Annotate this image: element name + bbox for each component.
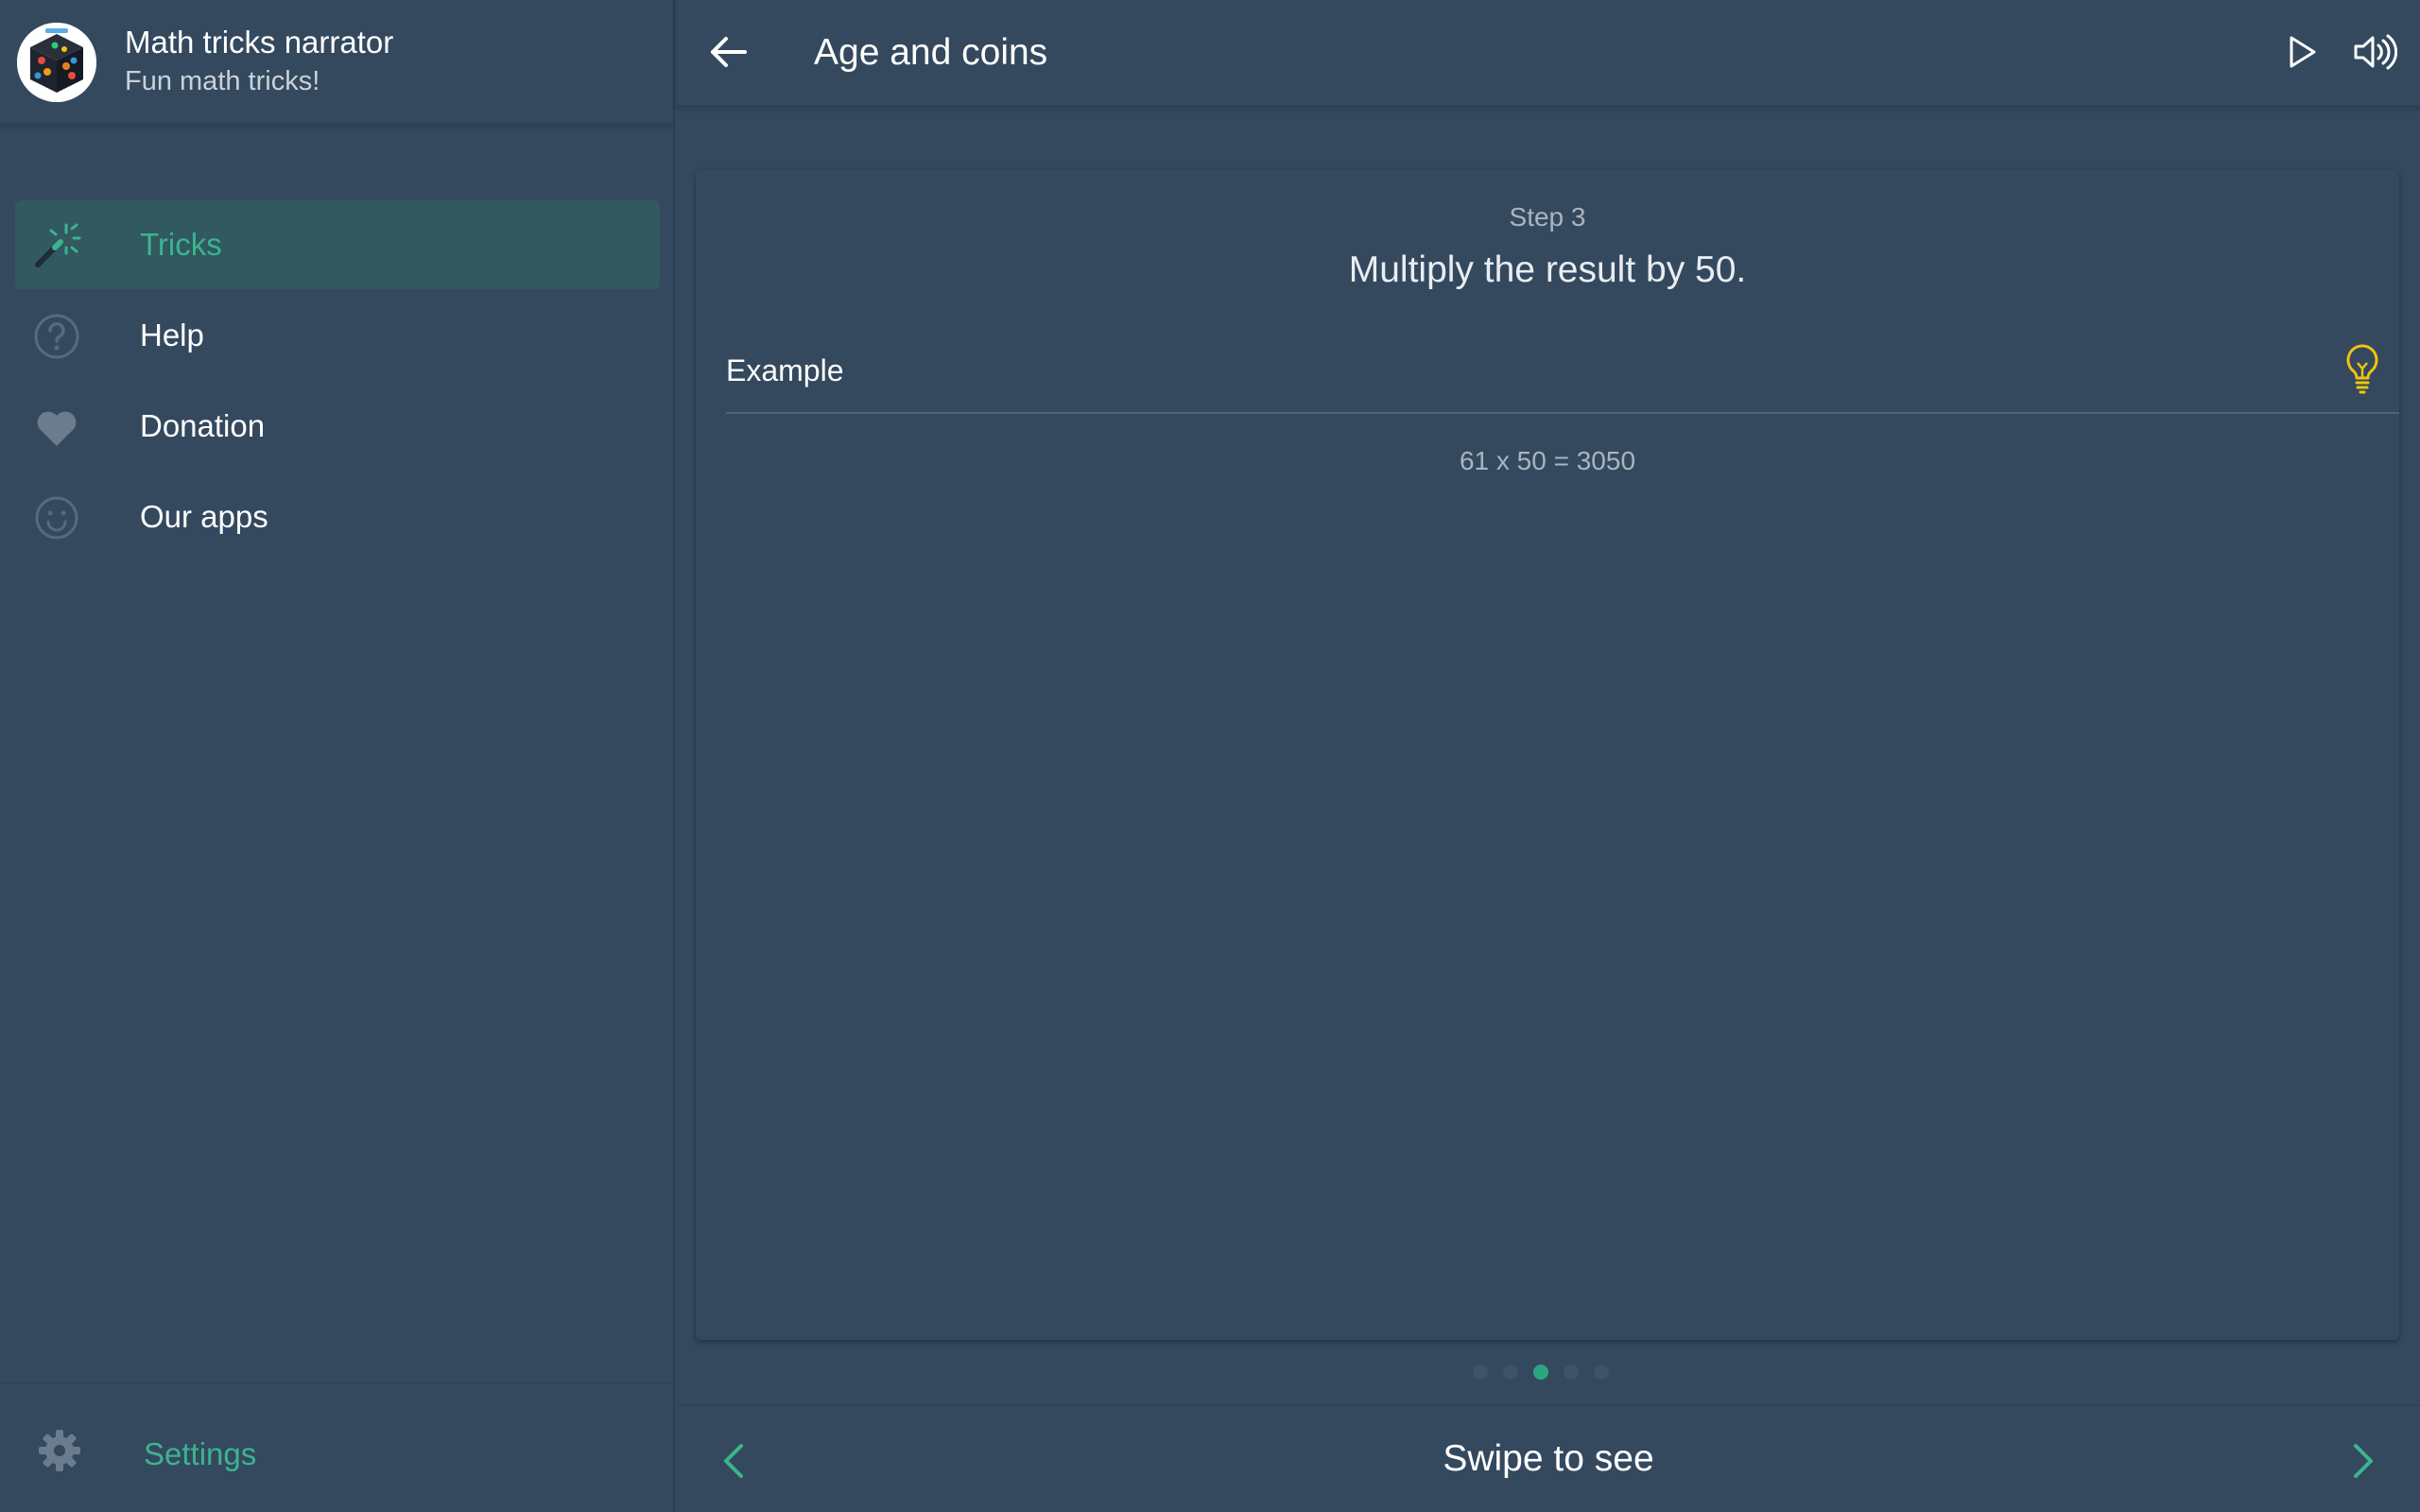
sidebar-item-label: Tricks: [140, 227, 222, 262]
next-step-button[interactable]: [2346, 1440, 2380, 1482]
page-dot[interactable]: [1503, 1365, 1518, 1380]
app-subtitle: Fun math tricks!: [125, 66, 320, 96]
heart-icon: [37, 411, 77, 446]
sidebar-item-label: Our apps: [140, 499, 268, 534]
sidebar-item-tricks[interactable]: Tricks: [15, 200, 660, 289]
smiley-icon: [35, 496, 78, 540]
example-label: Example: [726, 353, 844, 387]
sidebar-item-label: Donation: [140, 408, 266, 443]
page-title: Age and coins: [814, 32, 1048, 73]
sidebar-footer: Settings: [0, 1382, 673, 1512]
trick-step-card: Step 3 Multiply the result by 50. Exampl…: [696, 170, 2399, 1340]
step-instruction: Multiply the result by 50.: [1348, 249, 1747, 290]
page-dot[interactable]: [1564, 1365, 1579, 1380]
app-title: Math tricks narrator: [125, 25, 394, 60]
gear-icon: [39, 1430, 80, 1471]
page-dot[interactable]: [1594, 1365, 1609, 1380]
settings-button[interactable]: [36, 1427, 83, 1474]
lightbulb-icon: [2346, 344, 2378, 394]
step-label: Step 3: [1509, 202, 1586, 232]
sound-button[interactable]: [2352, 30, 2398, 74]
volume-icon: [2354, 34, 2398, 70]
example-text: 61 x 50 = 3050: [1459, 446, 1636, 475]
sidebar-item-our-apps[interactable]: Our apps: [15, 472, 660, 561]
settings-link[interactable]: Settings: [144, 1436, 256, 1472]
back-button[interactable]: [705, 28, 752, 76]
magic-wand-icon: [35, 223, 81, 267]
sidebar-item-label: Help: [140, 318, 204, 352]
hint-button[interactable]: [2342, 342, 2382, 395]
swipe-hint: Swipe to see: [1443, 1438, 1654, 1479]
pagination-dots: [677, 1365, 2420, 1380]
bottom-bar: Swipe to see: [677, 1404, 2420, 1512]
question-icon: [34, 314, 79, 359]
top-bar: Age and coins: [677, 0, 2420, 106]
arrow-left-icon: [711, 37, 747, 67]
app-logo: [17, 23, 96, 102]
page-dot[interactable]: [1473, 1365, 1488, 1380]
sidebar-item-donation[interactable]: Donation: [15, 382, 660, 471]
play-icon: [2290, 36, 2316, 68]
page-dot-active[interactable]: [1533, 1365, 1548, 1380]
example-divider: [726, 412, 2399, 414]
chevron-right-icon: [2354, 1444, 2373, 1478]
sidebar-header: Math tricks narrator Fun math tricks!: [0, 0, 673, 125]
play-button[interactable]: [2280, 30, 2324, 74]
main-panel: Age and coins Step 3 Multiply the result…: [677, 0, 2420, 1512]
sidebar-item-help[interactable]: Help: [15, 291, 660, 380]
sidebar: Math tricks narrator Fun math tricks! Tr…: [0, 0, 675, 1512]
